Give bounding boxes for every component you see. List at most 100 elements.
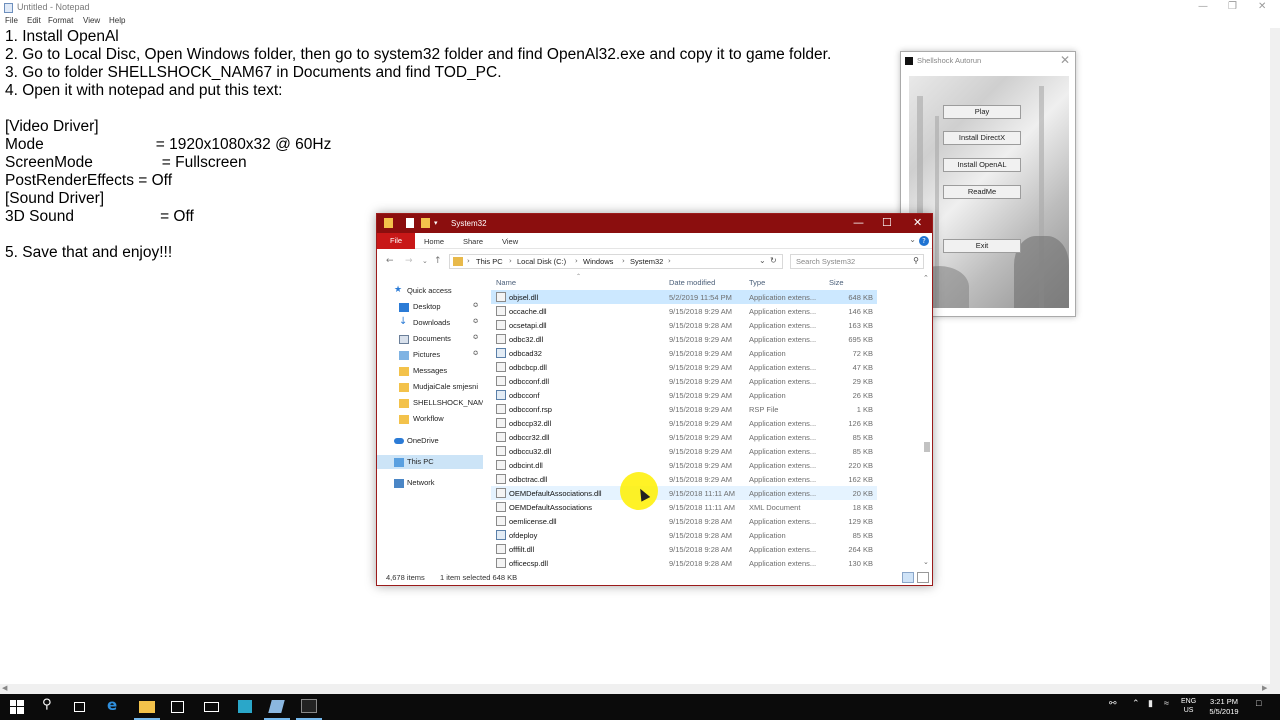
search-input[interactable]: Search System32 ⚲	[790, 254, 924, 269]
column-type[interactable]: Type	[749, 278, 765, 287]
nav-onedrive[interactable]: OneDrive	[377, 434, 483, 448]
nav-quick-access[interactable]: ★ Quick access	[377, 284, 483, 298]
large-icons-view-icon[interactable]	[917, 572, 929, 583]
notepad-horizontal-scrollbar[interactable]: ◀ ▶	[0, 684, 1280, 694]
expand-ribbon-icon[interactable]: ⌄	[909, 235, 916, 244]
up-arrow-icon[interactable]: ↑	[434, 256, 442, 266]
install-directx-button[interactable]: Install DirectX	[943, 131, 1021, 145]
tab-view[interactable]: View	[502, 237, 518, 246]
file-row[interactable]: odbcconf.dll 9/15/2018 9:29 AM Application…	[491, 374, 877, 388]
tab-file[interactable]: File	[377, 233, 415, 249]
menu-file[interactable]: File	[5, 16, 18, 25]
notepad-title-bar[interactable]: Untitled - Notepad — ❐ ✕	[0, 0, 1280, 16]
column-date-modified[interactable]: Date modified	[669, 278, 715, 287]
nav-mudjaicale[interactable]: MudjaiCale smjesni	[377, 380, 483, 394]
chevron-right-icon[interactable]: ›	[509, 257, 512, 265]
file-row[interactable]: officecsp.dll 9/15/2018 9:28 AM Applicatio…	[491, 556, 877, 570]
pin-icon[interactable]: ✪	[473, 302, 478, 309]
scroll-right-icon[interactable]: ▶	[1262, 684, 1267, 692]
chevron-right-icon[interactable]: ›	[467, 257, 470, 265]
breadcrumb-this-pc[interactable]: This PC	[476, 257, 503, 266]
close-icon[interactable]: ✕	[913, 216, 922, 229]
column-size[interactable]: Size	[829, 278, 844, 287]
nav-pictures[interactable]: Pictures ✪	[377, 348, 483, 362]
file-row[interactable]: odbcint.dll 9/15/2018 9:29 AM Application …	[491, 458, 877, 472]
nav-messages[interactable]: Messages	[377, 364, 483, 378]
file-row[interactable]: odbcconf.rsp 9/15/2018 9:29 AM RSP File 1 K…	[491, 402, 877, 416]
windows-start-icon[interactable]	[10, 699, 26, 715]
nav-shellshock[interactable]: SHELLSHOCK_NAM	[377, 396, 483, 410]
clock[interactable]: 3:21 PM 5/5/2019	[1204, 697, 1244, 717]
close-icon[interactable]: ✕	[1060, 53, 1070, 67]
file-row[interactable]: offfilt.dll 9/15/2018 9:28 AM Application …	[491, 542, 877, 556]
minimize-icon[interactable]: —	[853, 216, 864, 229]
file-row[interactable]: ofdeploy 9/15/2018 9:28 AM Application 85 K…	[491, 528, 877, 542]
new-folder-icon[interactable]	[421, 218, 430, 228]
task-view-icon[interactable]	[74, 702, 85, 712]
shellshock-taskbar-icon[interactable]	[301, 699, 317, 713]
minimize-icon[interactable]: —	[1198, 1, 1208, 12]
nav-workflow[interactable]: Workflow	[377, 412, 483, 426]
file-row[interactable]: OEMDefaultAssociations 9/15/2018 11:11 AM…	[491, 500, 877, 514]
recent-locations-icon[interactable]: ⌄	[422, 257, 428, 265]
file-explorer-icon[interactable]	[139, 701, 155, 713]
menu-format[interactable]: Format	[48, 16, 73, 25]
chevron-right-icon[interactable]: ›	[668, 257, 671, 265]
nav-network[interactable]: Network	[377, 476, 483, 490]
nav-documents[interactable]: Documents ✪	[377, 332, 483, 346]
chevron-right-icon[interactable]: ›	[622, 257, 625, 265]
store-icon[interactable]	[171, 701, 184, 713]
address-dropdown-icon[interactable]: ⌄	[759, 256, 766, 265]
play-button[interactable]: Play	[943, 105, 1021, 119]
forward-arrow-icon[interactable]: →	[405, 256, 413, 266]
network-status-icon[interactable]: ≈	[1164, 698, 1169, 708]
breadcrumb-windows[interactable]: Windows	[583, 257, 613, 266]
file-row[interactable]: odbccr32.dll 9/15/2018 9:29 AM Application…	[491, 430, 877, 444]
battery-icon[interactable]: ▮	[1148, 698, 1153, 709]
nav-desktop[interactable]: Desktop ✪	[377, 300, 483, 314]
menu-edit[interactable]: Edit	[27, 16, 41, 25]
file-row[interactable]: odbcad32 9/15/2018 9:29 AM Application 72 K…	[491, 346, 877, 360]
file-row[interactable]: odbctrac.dll 9/15/2018 9:29 AM Application…	[491, 472, 877, 486]
tab-share[interactable]: Share	[463, 237, 483, 246]
pin-icon[interactable]: ✪	[473, 334, 478, 341]
file-row[interactable]: odbc32.dll 9/15/2018 9:29 AM Application e…	[491, 332, 877, 346]
breadcrumb-local-disk[interactable]: Local Disk (C:)	[517, 257, 566, 266]
maximize-icon[interactable]: ☐	[882, 216, 892, 229]
pin-icon[interactable]: ✪	[473, 350, 478, 357]
explorer-title-bar[interactable]: ▾ System32 — ☐ ✕	[377, 214, 932, 233]
scroll-left-icon[interactable]: ◀	[2, 684, 7, 692]
nav-downloads[interactable]: ↓ Downloads ✪	[377, 316, 483, 330]
notifications-icon[interactable]: □	[1256, 698, 1261, 708]
people-icon[interactable]: ⚯	[1109, 698, 1117, 709]
pin-icon[interactable]: ✪	[473, 318, 478, 325]
nav-this-pc[interactable]: This PC	[377, 455, 483, 469]
file-row[interactable]: odbcbcp.dll 9/15/2018 9:29 AM Application …	[491, 360, 877, 374]
menu-view[interactable]: View	[83, 16, 100, 25]
edge-icon[interactable]: e	[107, 696, 123, 714]
refresh-icon[interactable]: ↻	[770, 256, 777, 265]
address-bar[interactable]: › This PC › Local Disk (C:) › Windows › …	[449, 254, 783, 269]
breadcrumb-system32[interactable]: System32	[630, 257, 663, 266]
notepad-taskbar-icon[interactable]	[268, 700, 285, 713]
readme-button[interactable]: ReadMe	[943, 185, 1021, 199]
chevron-right-icon[interactable]: ›	[575, 257, 578, 265]
scroll-down-icon[interactable]: ⌄	[923, 558, 929, 566]
notepad-vertical-scrollbar[interactable]	[1270, 28, 1280, 684]
file-list-scrollbar[interactable]: ⌃ ⌄	[922, 274, 932, 570]
file-row[interactable]: objsel.dll 5/2/2019 11:54 PM Application e…	[491, 290, 877, 304]
close-icon[interactable]: ✕	[1258, 1, 1266, 12]
install-openal-button[interactable]: Install OpenAL	[943, 158, 1021, 172]
help-icon[interactable]: ?	[919, 236, 929, 246]
properties-icon[interactable]	[406, 218, 414, 228]
menu-help[interactable]: Help	[109, 16, 125, 25]
file-row[interactable]: odbcconf 9/15/2018 9:29 AM Application 26 K…	[491, 388, 877, 402]
file-row[interactable]: oemlicense.dll 9/15/2018 9:28 AM Applicati…	[491, 514, 877, 528]
autorun-title-bar[interactable]: Shellshock Autorun ✕	[901, 52, 1075, 70]
file-row[interactable]: odbccp32.dll 9/15/2018 9:29 AM Application…	[491, 416, 877, 430]
scroll-up-icon[interactable]: ⌃	[923, 274, 929, 282]
maximize-icon[interactable]: ❐	[1228, 1, 1237, 12]
column-name[interactable]: Name	[496, 278, 516, 287]
app-icon[interactable]	[238, 700, 252, 713]
file-row[interactable]: occache.dll 9/15/2018 9:29 AM Application …	[491, 304, 877, 318]
